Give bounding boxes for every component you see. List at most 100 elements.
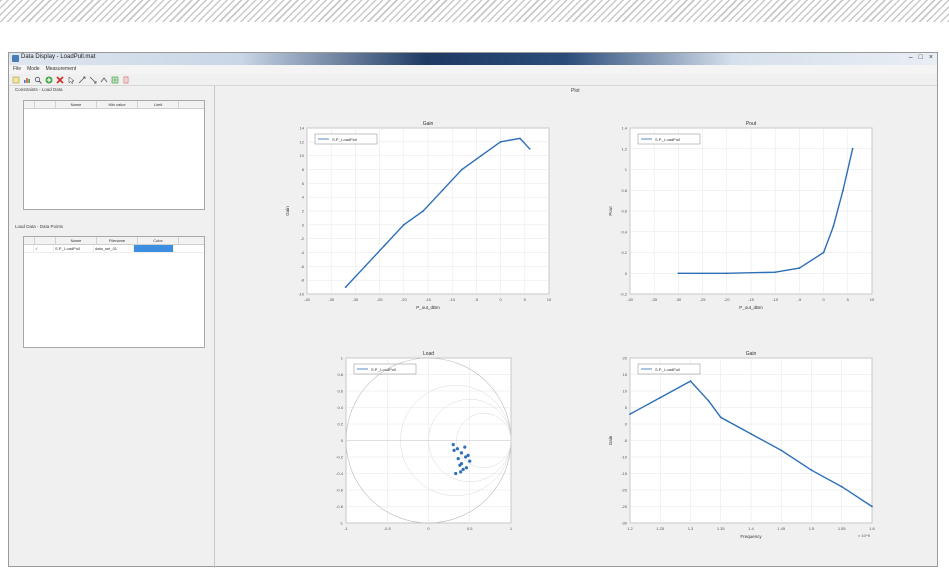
col-filename[interactable]: Filename xyxy=(97,237,138,244)
data-point xyxy=(441,189,444,192)
y-tick-label: -10 xyxy=(621,455,628,460)
x-axis-multiplier: × 10^9 xyxy=(858,533,871,538)
x-tick-label: 1.5 xyxy=(809,526,815,531)
row-name[interactable]: S.P._LoadPull xyxy=(54,245,94,252)
export-icon[interactable] xyxy=(122,76,130,84)
app-window: Data Display - LoadPull.mat – □ × File M… xyxy=(8,52,938,568)
y-tick-label: 10 xyxy=(623,389,628,394)
col-min-value[interactable]: Min value xyxy=(97,101,138,108)
col-name[interactable]: Name xyxy=(56,237,97,244)
x-tick-label: 1.2 xyxy=(627,526,633,531)
menu-file[interactable]: File xyxy=(13,65,21,74)
data-point xyxy=(832,225,835,228)
y-tick-label: -0.4 xyxy=(336,471,344,476)
cursor-icon[interactable] xyxy=(67,75,75,84)
x-tick-label: 0 xyxy=(822,297,825,302)
col-limit[interactable]: Limit xyxy=(138,101,179,108)
x-tick-label: -30 xyxy=(676,297,683,302)
x-tick-label: 1.35 xyxy=(717,526,726,531)
scatter-point xyxy=(464,466,469,470)
top-panel-label: Constraints - Load Data xyxy=(15,87,63,92)
zoom-icon[interactable] xyxy=(34,76,42,84)
legend-label: S.P._LoadPull xyxy=(332,137,357,142)
data-point xyxy=(750,433,752,435)
x-axis-label: P_out_dBm xyxy=(416,305,440,310)
constraints-table[interactable]: Name Min value Limit xyxy=(23,100,205,210)
y-tick-label: 15 xyxy=(623,372,628,377)
menu-measurement[interactable]: Measurement xyxy=(46,65,77,74)
scatter-point xyxy=(456,457,460,461)
maximize-button[interactable]: □ xyxy=(919,54,923,61)
zoom-in-icon[interactable] xyxy=(89,76,97,84)
x-axis-label: Frequency xyxy=(740,534,762,539)
delete-icon[interactable] xyxy=(56,75,64,84)
y-tick-label: 0.8 xyxy=(621,188,627,193)
y-tick-label: 1.2 xyxy=(621,146,627,151)
minimize-button[interactable]: – xyxy=(909,54,913,61)
data-point xyxy=(780,449,783,452)
x-tick-label: 1.25 xyxy=(656,526,665,531)
scatter-point xyxy=(468,459,472,463)
x-tick-label: 0 xyxy=(427,526,430,531)
x-tick-label: -5 xyxy=(798,297,802,302)
data-point xyxy=(774,271,777,274)
x-tick-label: 1.55 xyxy=(838,526,847,531)
y-tick-label: -2 xyxy=(300,236,304,241)
data-point xyxy=(528,147,531,150)
window-title: Data Display - LoadPull.mat xyxy=(21,54,96,60)
x-tick-label: 10 xyxy=(870,297,875,302)
data-point xyxy=(719,416,722,419)
col-color[interactable]: Color xyxy=(138,237,179,244)
x-tick-label: 1 xyxy=(510,526,513,531)
y-tick-label: 10 xyxy=(300,153,305,158)
x-tick-label: 1.6 xyxy=(869,526,875,531)
add-icon[interactable] xyxy=(45,76,53,84)
data-point xyxy=(402,223,405,226)
y-tick-label: -20 xyxy=(621,488,628,493)
data-point xyxy=(499,140,502,143)
plots-canvas[interactable]: Gain-40 -35 -30 -25 -20 -15 -10 -5 0 5 10-10-8-6-4… xyxy=(216,86,936,566)
row-checkbox[interactable]: ✓ xyxy=(34,245,54,252)
x-tick-label: 5 xyxy=(524,297,527,302)
plots-header: Plot xyxy=(571,88,580,94)
x-tick-label: 5 xyxy=(847,297,850,302)
plot-icon[interactable] xyxy=(23,76,31,84)
y-tick-label: -6 xyxy=(300,264,304,269)
x-tick-label: 10 xyxy=(547,297,552,302)
table-row[interactable]: ✓ S.P._LoadPull data_set_01 xyxy=(24,245,204,253)
x-tick-label: -15 xyxy=(425,297,432,302)
y-tick-label: 14 xyxy=(300,126,305,131)
zoom-out-icon[interactable] xyxy=(100,76,108,84)
x-tick-label: -30 xyxy=(353,297,360,302)
menu-mode[interactable]: Mode xyxy=(27,65,40,74)
plot-title: Gain xyxy=(423,121,434,127)
pan-icon[interactable] xyxy=(78,76,86,84)
data-point xyxy=(480,154,483,157)
y-tick-label: 0.2 xyxy=(337,422,343,427)
data-point xyxy=(460,168,463,171)
plot-title: Pout xyxy=(746,121,757,127)
col-name[interactable]: Name xyxy=(56,101,97,108)
row-index xyxy=(24,245,34,252)
page-hatch-band xyxy=(0,0,949,22)
col-check xyxy=(35,237,56,244)
y-tick-label: -8 xyxy=(300,278,304,283)
row-filename[interactable]: data_set_01 xyxy=(94,245,134,252)
y-tick-label: 4 xyxy=(302,195,305,200)
scatter-point xyxy=(452,448,456,452)
x-tick-label: -5 xyxy=(475,297,479,302)
x-tick-label: -10 xyxy=(772,297,779,302)
y-tick-label: -1 xyxy=(339,521,343,526)
y-axis-label: Pout xyxy=(608,206,613,216)
data-points-table[interactable]: Name Filename Color ✓ S.P._LoadPull data… xyxy=(23,236,205,348)
scatter-point xyxy=(461,467,465,471)
grid-icon[interactable] xyxy=(111,76,119,84)
new-icon[interactable] xyxy=(12,76,20,84)
x-tick-label: -1 xyxy=(344,526,348,531)
x-tick-label: 1.45 xyxy=(777,526,786,531)
y-tick-label: 0.2 xyxy=(621,250,627,255)
data-point xyxy=(422,210,425,212)
row-color[interactable] xyxy=(134,245,174,252)
data-point xyxy=(659,396,662,399)
close-button[interactable]: × xyxy=(929,54,933,61)
